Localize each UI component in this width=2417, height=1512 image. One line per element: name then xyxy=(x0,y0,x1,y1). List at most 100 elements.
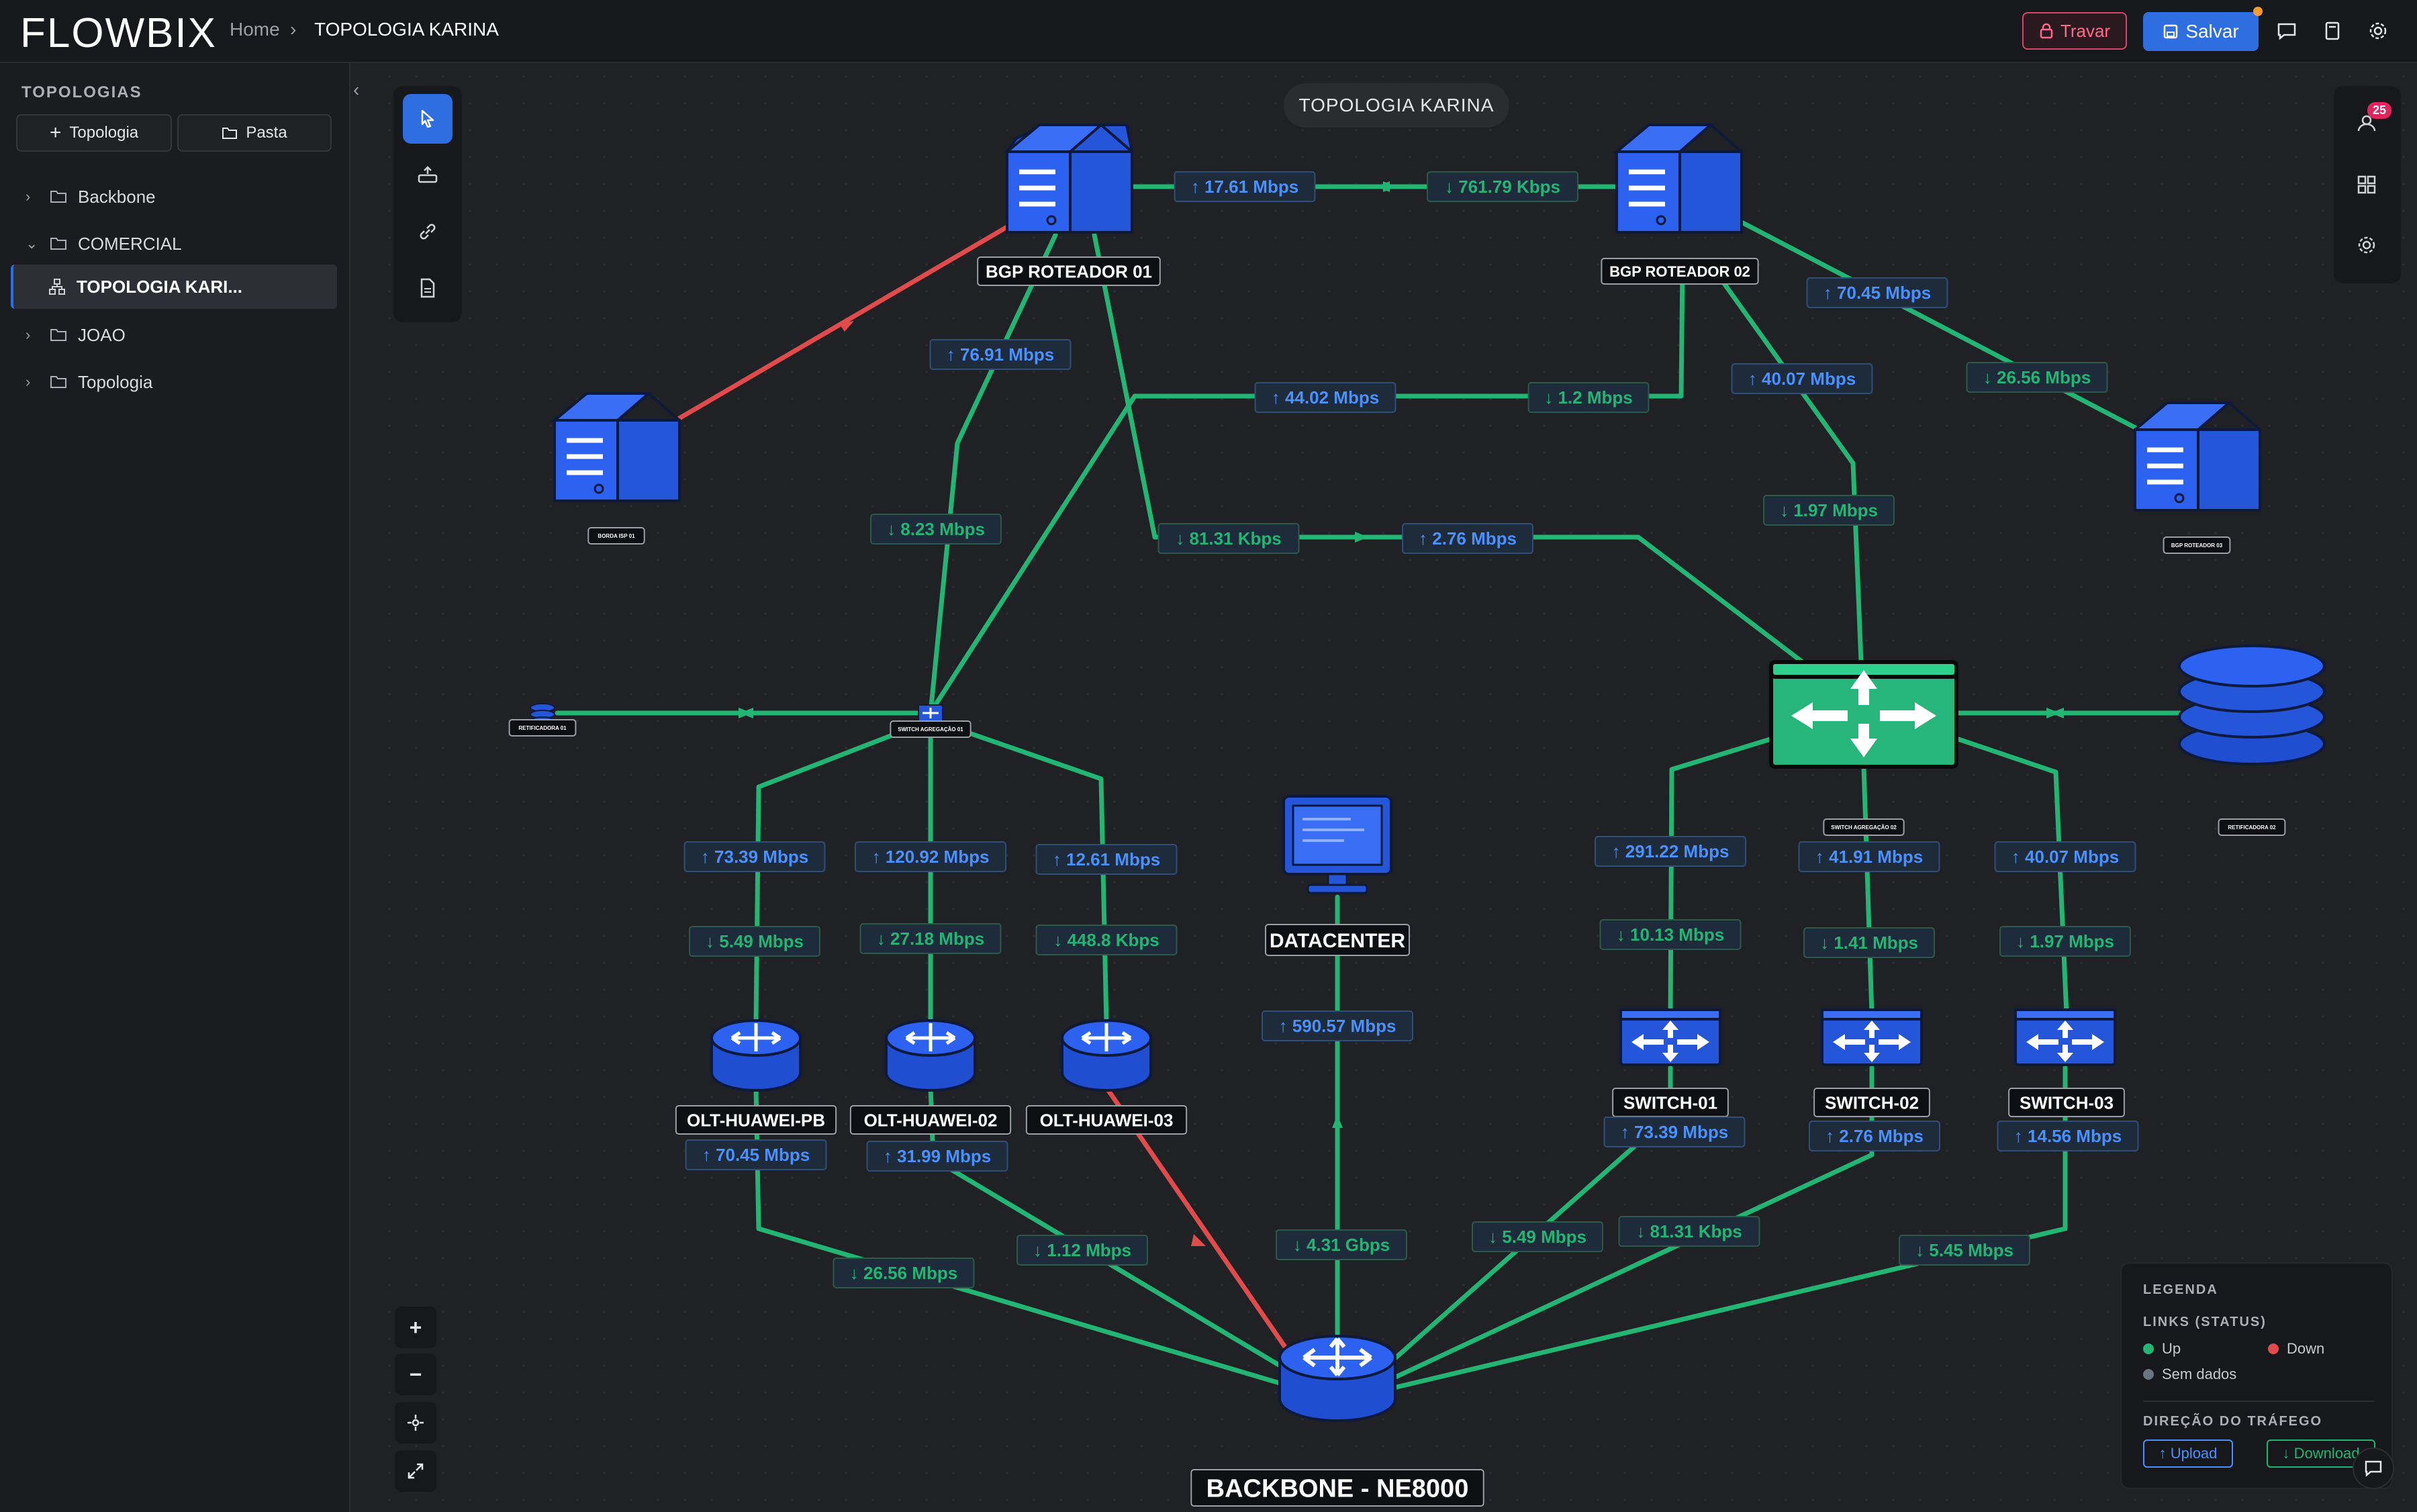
node-olt3[interactable] xyxy=(1061,1019,1152,1092)
flow-arrow xyxy=(1332,1115,1343,1128)
node-label-text: SWITCH-03 xyxy=(2020,1092,2114,1113)
traffic-pill-text: ↓ 761.79 Kbps xyxy=(1445,177,1560,197)
node-label-swAgg2: SWITCH AGREGAÇÃO 02 xyxy=(1823,818,1905,836)
node-label-srvL: BORDA ISP 01 xyxy=(587,527,645,545)
traffic-pill-text: ↑ 44.02 Mbps xyxy=(1272,387,1379,408)
traffic-pill-download: ↓ 1.41 Mbps xyxy=(1803,927,1935,958)
traffic-pill-text: ↓ 8.23 Mbps xyxy=(887,519,985,539)
traffic-pill-text: ↑ 12.61 Mbps xyxy=(1053,849,1160,869)
flow-arrow xyxy=(1191,1234,1206,1246)
traffic-pill-upload: ↑ 70.45 Mbps xyxy=(685,1139,827,1170)
node-label-srvR: BGP ROTEADOR 03 xyxy=(2163,536,2231,554)
node-label-ret2: RETIFICADORA 02 xyxy=(2218,818,2286,836)
traffic-pill-text: ↓ 1.41 Mbps xyxy=(1820,933,1918,953)
traffic-pill-download: ↓ 5.49 Mbps xyxy=(1472,1221,1603,1252)
document-icon xyxy=(420,278,435,298)
node-label-text: OLT-HUAWEI-02 xyxy=(864,1110,998,1130)
link-icon xyxy=(420,224,436,240)
node-label-bgp2: BGP ROTEADOR 02 xyxy=(1601,258,1759,285)
traffic-pill-text: ↑ 2.76 Mbps xyxy=(1419,528,1517,549)
select-tool-button[interactable] xyxy=(403,94,453,144)
traffic-pill-download: ↓ 81.31 Kbps xyxy=(1618,1216,1760,1247)
canvas-toolbar xyxy=(393,86,462,322)
node-olt2[interactable] xyxy=(885,1019,976,1092)
traffic-pill-text: ↑ 40.07 Mbps xyxy=(1748,369,1856,389)
traffic-pill-download: ↓ 1.97 Mbps xyxy=(1763,495,1895,526)
fullscreen-button[interactable] xyxy=(395,1450,436,1492)
node-label-text: SWITCH-01 xyxy=(1623,1092,1717,1113)
legend-up: Up xyxy=(2143,1340,2181,1358)
traffic-pill-text: ↓ 81.31 Kbps xyxy=(1176,528,1282,549)
traffic-pill-text: ↓ 5.49 Mbps xyxy=(706,931,804,951)
node-label-text: BORDA ISP 01 xyxy=(598,533,635,539)
traffic-pill-upload: ↑ 40.07 Mbps xyxy=(1731,363,1873,394)
grid-icon xyxy=(2357,175,2376,194)
node-sw2[interactable] xyxy=(1821,1008,1923,1066)
link-srvL-bgp1[interactable] xyxy=(675,224,1010,422)
link-bgp2-srvR[interactable] xyxy=(1740,220,2144,434)
add-device-button[interactable] xyxy=(403,150,453,200)
traffic-pill-upload: ↑ 31.99 Mbps xyxy=(866,1141,1008,1172)
traffic-pill-upload: ↑ 40.07 Mbps xyxy=(1994,841,2136,872)
traffic-pill-text: ↑ 73.39 Mbps xyxy=(1621,1122,1728,1142)
node-label-text: BACKBONE - NE8000 xyxy=(1206,1475,1469,1503)
node-bgp2[interactable] xyxy=(1613,124,1743,234)
node-label-text: RETIFICADORA 01 xyxy=(518,725,567,731)
add-link-button[interactable] xyxy=(403,207,453,256)
crosshair-icon xyxy=(408,1415,424,1431)
traffic-pill-text: ↑ 291.22 Mbps xyxy=(1612,841,1729,861)
node-label-text: SWITCH AGREGAÇÃO 01 xyxy=(898,726,963,733)
topology-canvas[interactable]: BGP ROTEADOR 01 BGP ROTEADOR 02 BORDA ISP … xyxy=(0,0,2417,1512)
traffic-pill-download: ↓ 81.31 Kbps xyxy=(1157,523,1300,554)
node-olt1[interactable] xyxy=(710,1019,802,1092)
node-label-text: BGP ROTEADOR 01 xyxy=(986,261,1152,281)
link-bgp2-swAgg1[interactable] xyxy=(929,266,1685,713)
grid-view-button[interactable] xyxy=(2342,160,2391,209)
canvas-settings-button[interactable] xyxy=(2342,220,2391,270)
minus-icon: − xyxy=(409,1362,422,1386)
traffic-pill-upload: ↑ 70.45 Mbps xyxy=(1806,277,1948,308)
node-label-text: SWITCH-02 xyxy=(1825,1092,1919,1113)
traffic-pill-download: ↓ 5.45 Mbps xyxy=(1899,1235,2030,1266)
link-bgp1-swAgg2[interactable] xyxy=(1092,232,1809,667)
link-swAgg2-sw3[interactable] xyxy=(1954,736,2069,1017)
node-srvR[interactable] xyxy=(2131,401,2261,512)
link-swAgg1-olt1[interactable] xyxy=(753,720,928,1026)
node-label-sw2: SWITCH-02 xyxy=(1813,1088,1930,1117)
node-bgp1[interactable] xyxy=(1003,124,1133,234)
node-ret2[interactable] xyxy=(2178,645,2326,765)
fit-view-button[interactable] xyxy=(395,1402,436,1444)
traffic-pill-upload: ↑ 41.91 Mbps xyxy=(1798,841,1940,872)
expand-icon xyxy=(408,1463,424,1479)
traffic-pill-download: ↓ 1.2 Mbps xyxy=(1527,382,1650,413)
node-sw3[interactable] xyxy=(2014,1008,2116,1066)
legend-divider xyxy=(2143,1401,2374,1402)
legend-upload-button[interactable]: ↑ Upload xyxy=(2143,1439,2233,1468)
node-swAgg1[interactable] xyxy=(918,704,943,722)
node-core[interactable] xyxy=(1278,1335,1396,1422)
legend-down: Down xyxy=(2268,1340,2324,1358)
traffic-pill-text: ↑ 31.99 Mbps xyxy=(884,1146,991,1166)
node-dc[interactable] xyxy=(1282,795,1392,894)
link-swAgg2-sw1[interactable] xyxy=(1668,736,1775,1017)
traffic-pill-text: ↓ 1.97 Mbps xyxy=(1780,500,1878,520)
traffic-pill-upload: ↑ 73.39 Mbps xyxy=(1603,1117,1746,1147)
node-srvL[interactable] xyxy=(551,392,681,502)
link-bgp2-swAgg2[interactable] xyxy=(1711,266,1864,665)
link-swAgg2-sw2[interactable] xyxy=(1861,764,1875,1017)
traffic-pill-upload: ↑ 120.92 Mbps xyxy=(854,841,1007,872)
chat-button[interactable] xyxy=(2353,1448,2394,1489)
node-sw1[interactable] xyxy=(1619,1008,1721,1066)
link-bgp1-swAgg1[interactable] xyxy=(928,232,1058,716)
traffic-pill-download: ↓ 761.79 Kbps xyxy=(1426,171,1579,202)
zoom-in-button[interactable]: + xyxy=(395,1307,436,1348)
traffic-pill-text: ↓ 448.8 Kbps xyxy=(1053,930,1159,950)
legend-nodata-label: Sem dados xyxy=(2162,1366,2237,1382)
node-swAgg2[interactable] xyxy=(1769,660,1958,769)
zoom-out-button[interactable]: − xyxy=(395,1354,436,1395)
traffic-pill-text: ↓ 5.45 Mbps xyxy=(1915,1240,2013,1260)
node-label-sw1: SWITCH-01 xyxy=(1612,1088,1729,1117)
node-label-bgp1: BGP ROTEADOR 01 xyxy=(977,256,1161,286)
add-note-button[interactable] xyxy=(403,263,453,313)
traffic-pill-download: ↓ 8.23 Mbps xyxy=(870,514,1002,545)
